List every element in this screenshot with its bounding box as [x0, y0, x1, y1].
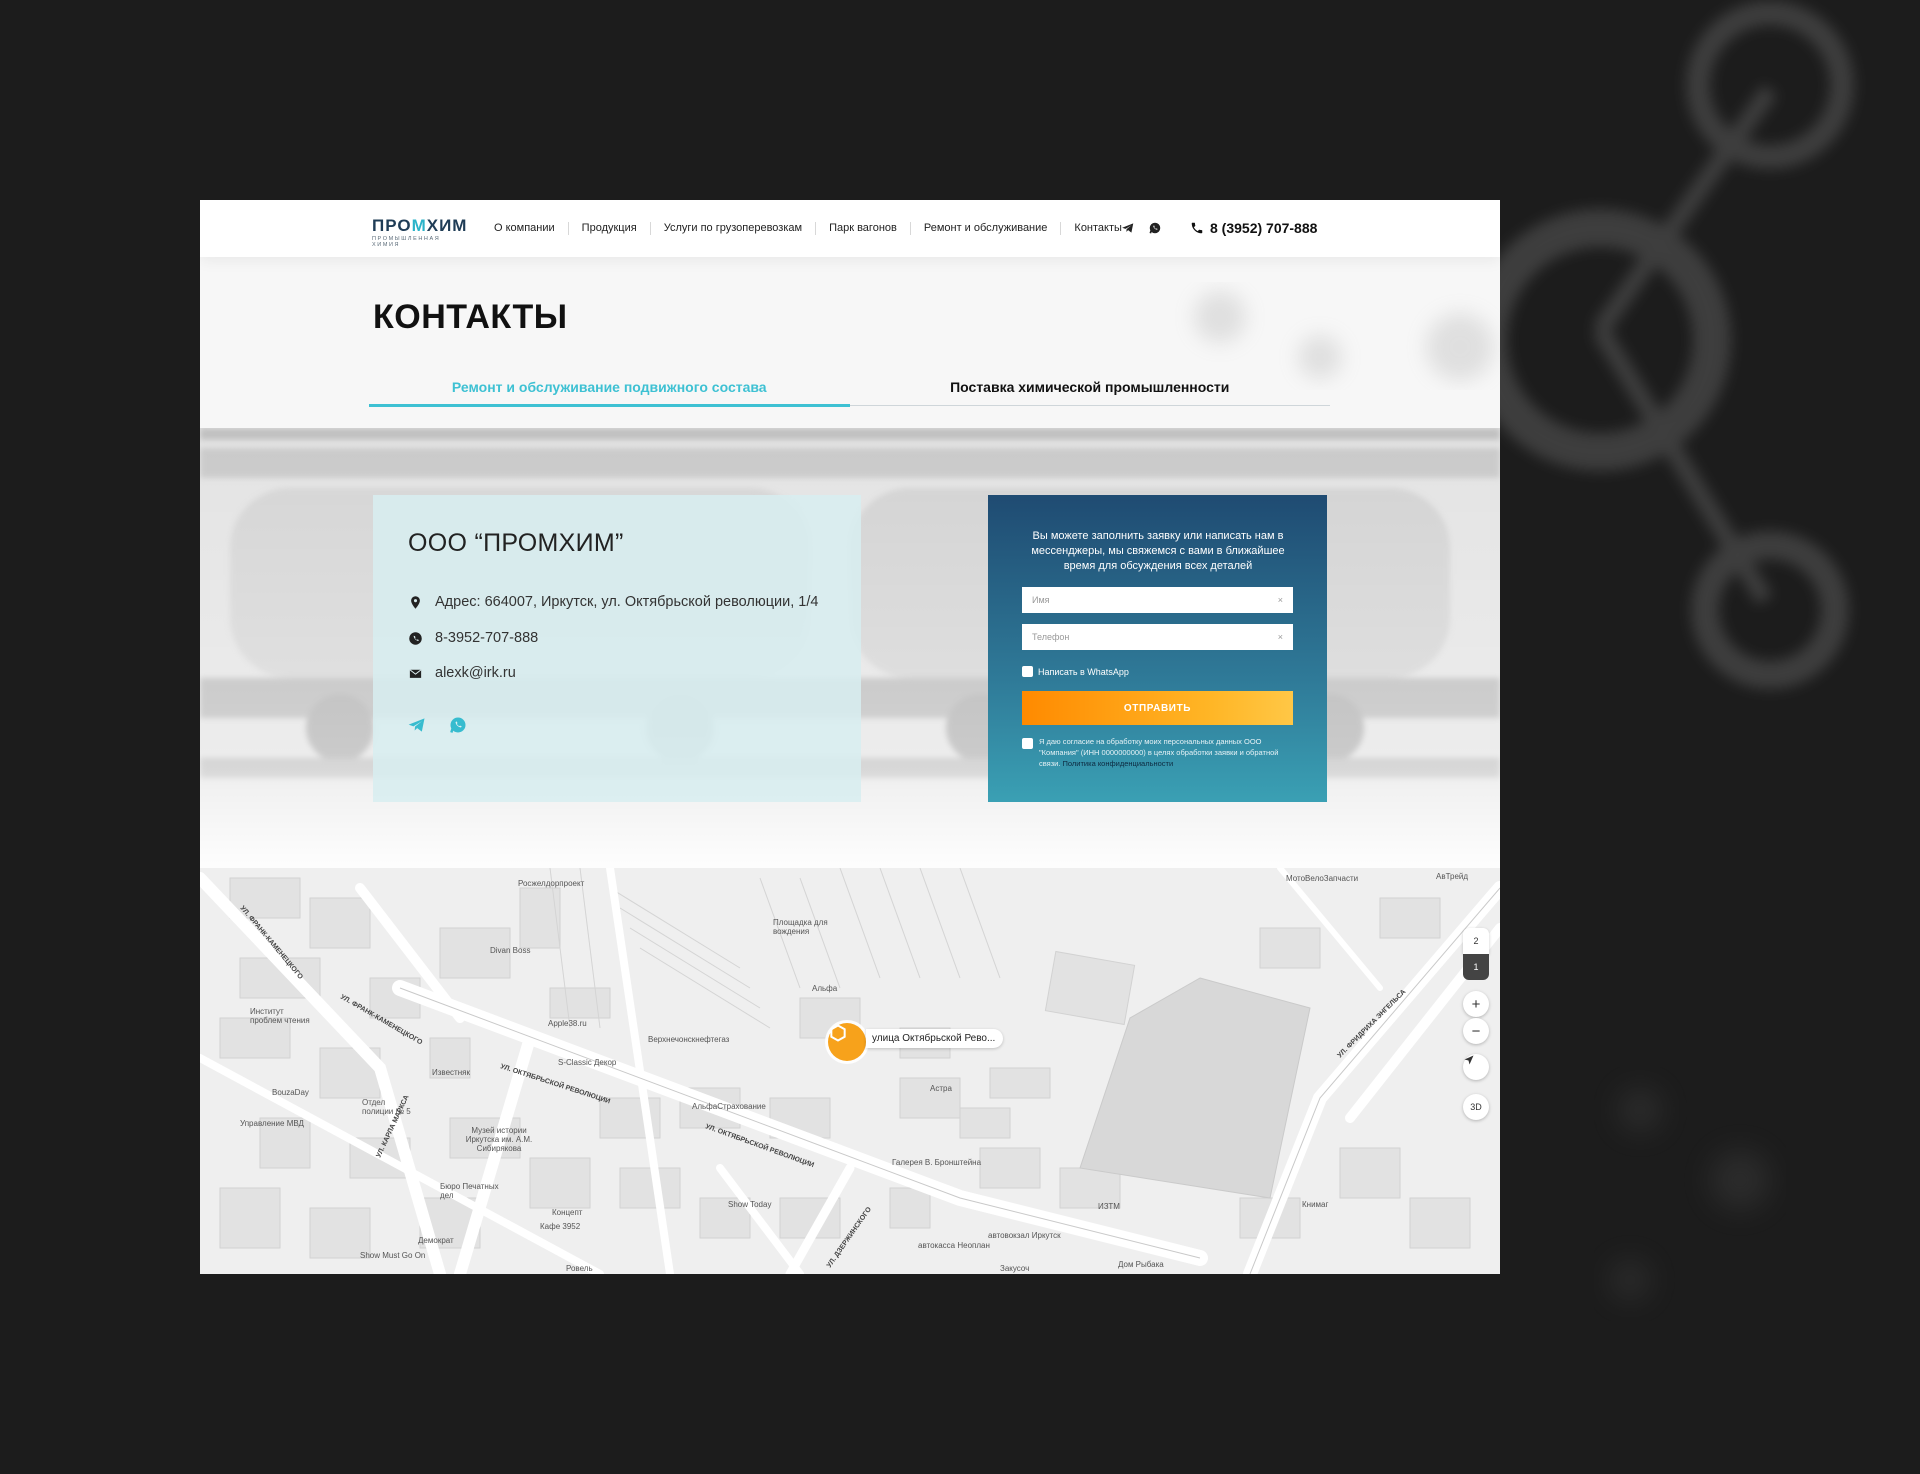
nav-item-repair[interactable]: Ремонт и обслуживание [909, 222, 1061, 235]
zoom-in-button[interactable]: + [1463, 991, 1489, 1017]
website-frame: ПРОМХИМ ПРОМЫШЛЕННАЯ ХИМИЯ О компании Пр… [200, 200, 1500, 1274]
zoom-out-button[interactable]: − [1463, 1018, 1489, 1044]
map-label: АльфаСтрахование [692, 1102, 766, 1111]
map-label: Кафе 3952 [540, 1222, 581, 1231]
contact-address: Адрес: 664007, Иркутск, ул. Октябрьской … [435, 594, 819, 610]
name-field[interactable]: Имя × [1022, 587, 1293, 613]
map-label: S-Classic Декор [558, 1058, 617, 1067]
telegram-icon[interactable] [1121, 221, 1135, 235]
contact-phone: 8-3952-707-888 [435, 630, 539, 646]
navigation-arrow-icon [1464, 1055, 1474, 1065]
map-label: BouzaDay [272, 1088, 309, 1097]
consent-checkbox[interactable] [1022, 738, 1033, 749]
main-nav: О компании Продукция Услуги по грузопере… [494, 200, 1135, 257]
map-label: автовокзал Иркутск [988, 1231, 1061, 1240]
contact-section: ООО “ПРОМХИМ” Адрес: 664007, Иркутск, ул… [200, 428, 1500, 868]
map-label: Отдел полиции № 5 [362, 1098, 411, 1116]
phone-field-placeholder: Телефон [1032, 632, 1070, 642]
phone-icon [409, 631, 422, 645]
map-label: Галерея В. Бронштейна [892, 1158, 982, 1167]
header-phone-number: 8 (3952) 707-888 [1210, 220, 1318, 236]
map-label: Show Today [728, 1200, 772, 1209]
contact-email-row[interactable]: alexk@irk.ru [408, 665, 516, 681]
map-label: Divan Boss [490, 946, 531, 955]
whatsapp-icon[interactable] [448, 715, 468, 735]
contact-phone-row[interactable]: 8-3952-707-888 [408, 630, 538, 646]
map-label: Show Must Go On [360, 1251, 426, 1260]
map-label: Альфа [812, 984, 838, 993]
map-label: Астра [930, 1084, 952, 1093]
page-title: КОНТАКТЫ [373, 298, 568, 336]
contact-card: ООО “ПРОМХИМ” Адрес: 664007, Иркутск, ул… [373, 495, 861, 802]
map-label: Демократ [418, 1236, 454, 1245]
nav-item-freight[interactable]: Услуги по грузоперевозкам [649, 222, 815, 235]
required-mark: × [1277, 632, 1283, 642]
mail-icon [409, 668, 422, 678]
location-map[interactable]: УЛ. ОКТЯБРЬСКОЙ РЕВОЛЮЦИИ УЛ. ОКТЯБРЬСКО… [200, 868, 1500, 1274]
whatsapp-checkbox[interactable] [1022, 666, 1033, 677]
logo-tagline: ПРОМЫШЛЕННАЯ ХИМИЯ [372, 236, 441, 248]
map-label: МотоВелоЗапчасти [1286, 874, 1359, 883]
company-name: ООО “ПРОМХИМ” [408, 529, 624, 557]
location-pin-label[interactable]: улица Октябрьской Рево... [866, 1029, 1004, 1048]
required-mark: × [1277, 595, 1283, 605]
map-label: Книмаг [1302, 1200, 1329, 1209]
consent-block: Я даю согласие на обработку моих персона… [1022, 736, 1293, 769]
site-header: ПРОМХИМ ПРОМЫШЛЕННАЯ ХИМИЯ О компании Пр… [200, 200, 1500, 257]
phone-field[interactable]: Телефон × [1022, 624, 1293, 650]
map-label: Концепт [552, 1208, 583, 1217]
map-label: Росжелдорпроект [518, 879, 585, 888]
floor-1-button[interactable]: 1 [1463, 954, 1489, 980]
nav-item-products[interactable]: Продукция [567, 222, 650, 235]
whatsapp-option: Написать в WhatsApp [1022, 666, 1129, 677]
name-field-placeholder: Имя [1032, 595, 1050, 605]
map-label: Бюро Печатных дел [440, 1182, 499, 1200]
tab-repair[interactable]: Ремонт и обслуживание подвижного состава [369, 376, 850, 407]
map-label: Известняк [432, 1068, 470, 1077]
map-label: Площадка для вождения [773, 918, 828, 936]
site-logo[interactable]: ПРОМХИМ ПРОМЫШЛЕННАЯ ХИМИЯ [372, 216, 470, 248]
whatsapp-icon[interactable] [1148, 221, 1162, 235]
hexagon-logo-icon [830, 1024, 846, 1042]
contact-email: alexk@irk.ru [435, 665, 516, 681]
geolocation-button[interactable] [1463, 1054, 1489, 1080]
phone-icon [1191, 222, 1203, 234]
map-label: Управление МВД [240, 1119, 304, 1128]
whatsapp-checkbox-label: Написать в WhatsApp [1038, 666, 1129, 677]
map-label: Apple38.ru [548, 1019, 587, 1028]
telegram-icon[interactable] [407, 715, 427, 735]
logo-wordmark: ПРОМХИМ [372, 216, 468, 235]
map-label: АвТрейд [1436, 872, 1469, 881]
map-tiles: УЛ. ОКТЯБРЬСКОЙ РЕВОЛЮЦИИ УЛ. ОКТЯБРЬСКО… [200, 868, 1500, 1274]
map-label: Дом Рыбака [1118, 1260, 1164, 1269]
tab-chemical-supply[interactable]: Поставка химической промышленности [850, 376, 1331, 405]
location-pin[interactable] [828, 1023, 866, 1061]
privacy-policy-link[interactable]: Политика конфиденциальности [1063, 759, 1174, 768]
request-form: Вы можете заполнить заявку или написать … [988, 495, 1327, 802]
contact-tabs: Ремонт и обслуживание подвижного состава… [369, 376, 1331, 407]
mode-3d-button[interactable]: 3D [1463, 1094, 1489, 1120]
form-intro: Вы можете заполнить заявку или написать … [1031, 530, 1285, 572]
map-label: Институт проблем чтения [250, 1007, 310, 1025]
location-pin-icon [411, 595, 420, 609]
header-phone[interactable]: 8 (3952) 707-888 [1190, 220, 1317, 236]
floor-2-button[interactable]: 2 [1463, 928, 1489, 954]
submit-button[interactable]: ОТПРАВИТЬ [1022, 691, 1293, 725]
map-label: ИЗТМ [1098, 1202, 1120, 1211]
map-label: Закусоч [1000, 1264, 1030, 1273]
map-label: автокасса Неоплан [918, 1241, 990, 1250]
map-label: Ровель [566, 1264, 593, 1273]
nav-item-wagons[interactable]: Парк вагонов [815, 222, 910, 235]
map-label: Верхнечонскнефтегаз [648, 1035, 730, 1044]
map-label: Музей истории Иркутска им. А.М. Сибиряко… [465, 1126, 533, 1153]
nav-item-about[interactable]: О компании [494, 222, 568, 235]
contact-address-row: Адрес: 664007, Иркутск, ул. Октябрьской … [408, 594, 818, 610]
consent-text: Я даю согласие на обработку моих персона… [1039, 737, 1279, 768]
